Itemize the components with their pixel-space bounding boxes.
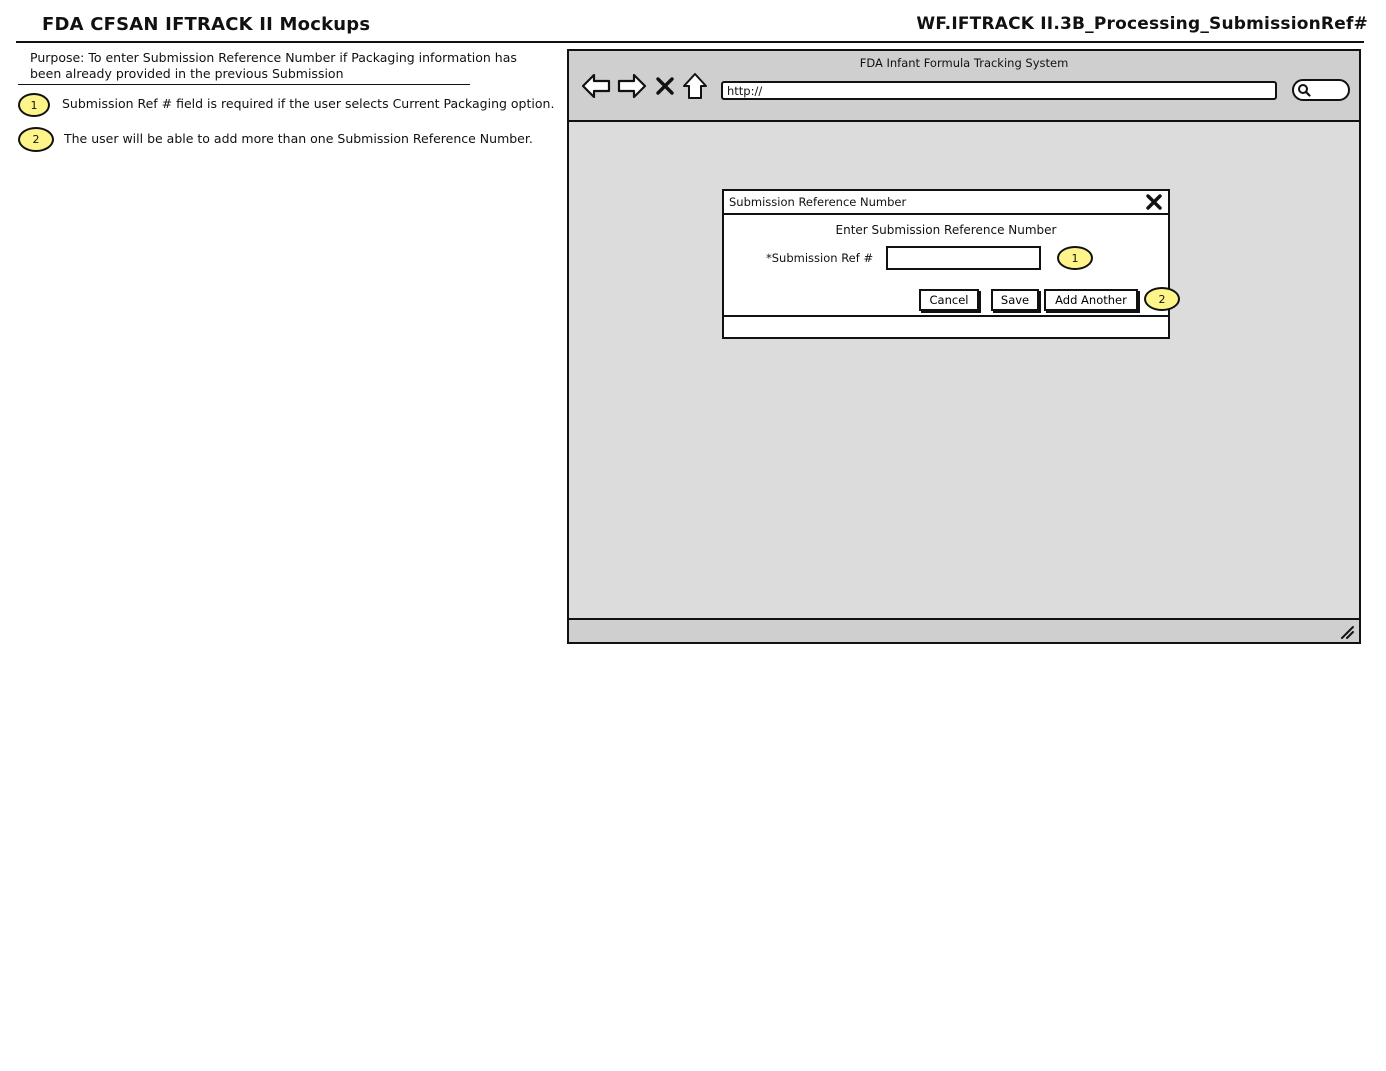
dialog-heading: Enter Submission Reference Number bbox=[835, 223, 1057, 237]
browser-toolbar: FDA Infant Formula Tracking System http:… bbox=[569, 51, 1359, 122]
callout-badge-2: 2 bbox=[1144, 287, 1180, 311]
note-text-1: Submission Ref # field is required if th… bbox=[62, 96, 555, 111]
document-id: WF.IFTRACK II.3B_Processing_SubmissionRe… bbox=[916, 14, 1368, 34]
submission-ref-label: *Submission Ref # bbox=[766, 251, 874, 265]
submission-ref-dialog: Submission Reference Number Enter Submis… bbox=[722, 189, 1170, 339]
note-badge-1: 1 bbox=[18, 93, 50, 117]
submission-ref-input[interactable] bbox=[886, 246, 1041, 270]
resize-grip-icon[interactable] bbox=[1339, 624, 1355, 640]
note-text-2: The user will be able to add more than o… bbox=[64, 131, 533, 146]
callout-badge-1: 1 bbox=[1057, 246, 1093, 270]
browser-search-field[interactable] bbox=[1292, 79, 1350, 101]
stop-icon[interactable] bbox=[653, 71, 677, 101]
dialog-footer bbox=[724, 315, 1168, 337]
browser-status-bar bbox=[569, 618, 1359, 642]
note-badge-2: 2 bbox=[18, 127, 54, 152]
close-icon[interactable] bbox=[1144, 192, 1164, 212]
purpose-text: Purpose: To enter Submission Reference N… bbox=[30, 50, 517, 81]
document-title: FDA CFSAN IFTRACK II Mockups bbox=[42, 14, 371, 35]
cancel-button[interactable]: Cancel bbox=[919, 289, 979, 311]
home-icon[interactable] bbox=[681, 71, 709, 101]
header-divider bbox=[16, 41, 1364, 43]
dialog-titlebar: Submission Reference Number bbox=[724, 191, 1168, 215]
back-arrow-icon[interactable] bbox=[581, 71, 611, 101]
purpose-divider bbox=[18, 84, 470, 85]
forward-arrow-icon[interactable] bbox=[617, 71, 647, 101]
browser-window: FDA Infant Formula Tracking System http:… bbox=[567, 49, 1361, 644]
save-button[interactable]: Save bbox=[991, 289, 1039, 311]
browser-window-title: FDA Infant Formula Tracking System bbox=[859, 56, 1069, 70]
dialog-title: Submission Reference Number bbox=[729, 195, 907, 209]
search-icon bbox=[1298, 84, 1311, 97]
add-another-button[interactable]: Add Another bbox=[1044, 289, 1138, 311]
url-bar[interactable]: http:// bbox=[721, 81, 1277, 100]
